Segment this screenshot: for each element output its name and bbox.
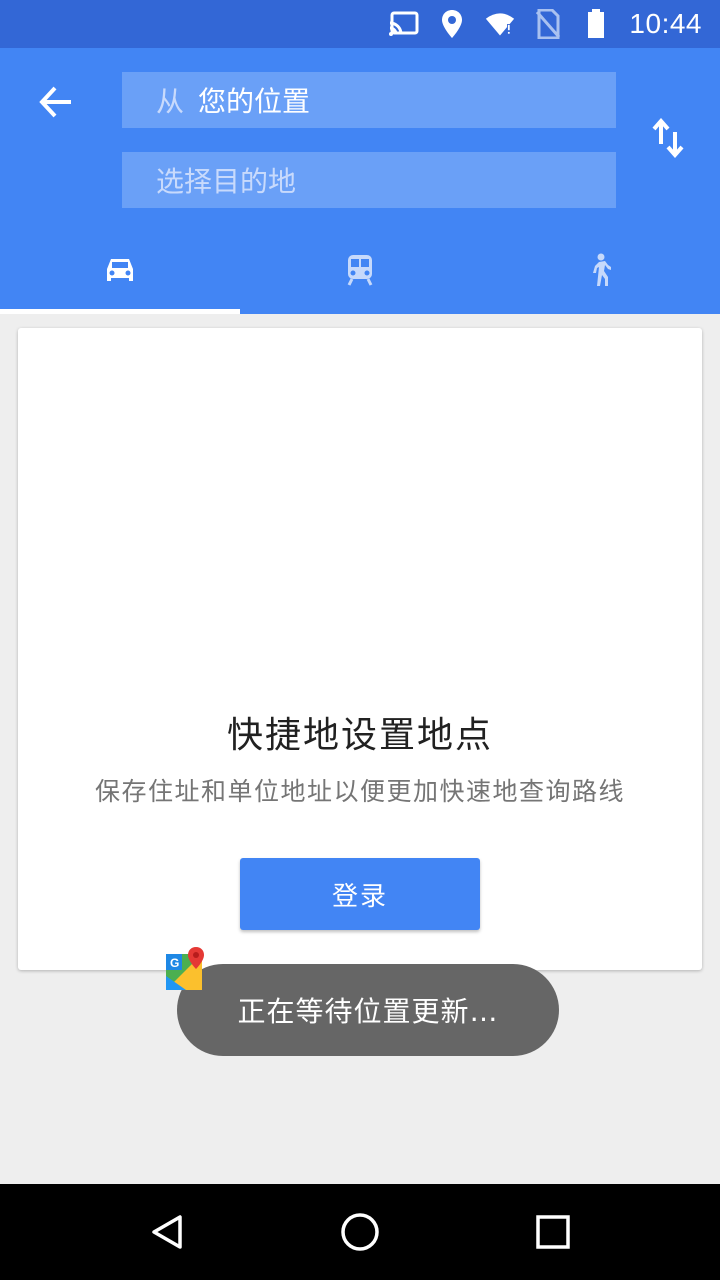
back-triangle-icon xyxy=(151,1215,182,1249)
car-icon xyxy=(107,259,133,281)
walk-icon xyxy=(593,253,611,286)
card-subtitle: 保存住址和单位地址以便更加快速地查询路线 xyxy=(94,777,625,806)
arrow-back-icon xyxy=(39,86,71,118)
origin-value: 您的位置 xyxy=(198,85,311,118)
set-places-card: 快捷地设置地点 保存住址和单位地址以便更加快速地查询路线 登录 xyxy=(18,328,702,970)
back-button[interactable] xyxy=(26,76,86,128)
tab-drive[interactable] xyxy=(0,226,240,314)
origin-field[interactable]: 从 您的位置 xyxy=(122,72,616,128)
cast-icon xyxy=(389,9,419,39)
no-sim-icon xyxy=(533,9,563,39)
svg-text:G: G xyxy=(170,956,179,970)
login-button[interactable]: 登录 xyxy=(240,858,480,930)
system-nav-bar xyxy=(0,1184,720,1280)
nav-home-button[interactable] xyxy=(320,1192,400,1272)
destination-placeholder: 选择目的地 xyxy=(156,165,297,198)
status-clock: 10:44 xyxy=(629,8,702,39)
nav-back-button[interactable] xyxy=(127,1192,207,1272)
google-maps-icon: G xyxy=(164,946,208,992)
toast-message: 正在等待位置更新… xyxy=(177,964,559,1056)
train-icon xyxy=(347,255,373,286)
origin-prefix: 从 xyxy=(156,85,185,118)
recents-square-icon xyxy=(536,1215,571,1249)
swap-origin-destination-button[interactable] xyxy=(644,114,692,162)
location-pin-icon xyxy=(437,9,467,39)
card-title: 快捷地设置地点 xyxy=(226,715,493,756)
battery-icon xyxy=(581,9,611,39)
tab-walk[interactable] xyxy=(480,226,720,314)
travel-mode-tabs xyxy=(0,226,720,314)
wifi-icon xyxy=(485,9,515,39)
swap-vertical-icon xyxy=(652,118,684,158)
status-bar: 10:44 xyxy=(0,0,720,48)
nav-recents-button[interactable] xyxy=(513,1192,593,1272)
directions-header: 从 您的位置 选择目的地 xyxy=(0,48,720,314)
home-circle-icon xyxy=(341,1213,379,1251)
tab-transit[interactable] xyxy=(240,226,480,314)
destination-field[interactable]: 选择目的地 xyxy=(122,152,616,208)
